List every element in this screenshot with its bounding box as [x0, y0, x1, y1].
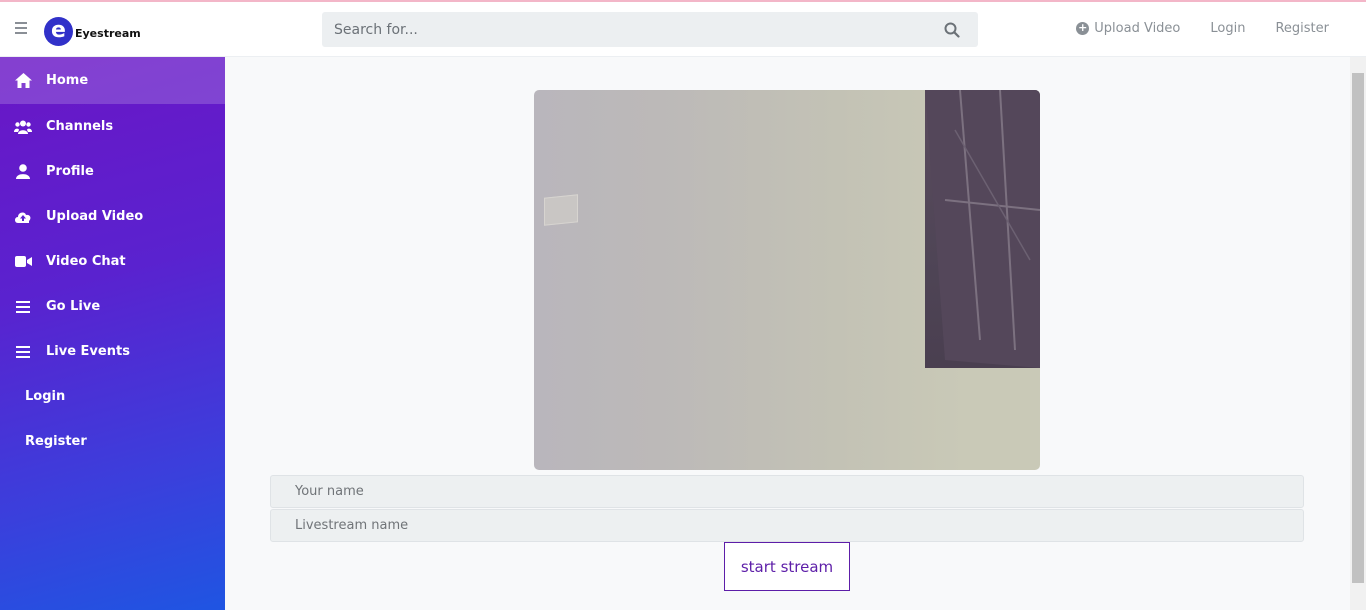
menu-toggle-icon[interactable]	[15, 22, 29, 34]
your-name-field	[270, 475, 1304, 508]
webcam-scene-switch	[544, 194, 578, 226]
header: e Eyestream + Upload Video Login Registe…	[0, 2, 1366, 57]
sidebar-item-profile[interactable]: Profile	[0, 149, 225, 194]
sidebar-item-label: Go Live	[46, 299, 101, 314]
home-icon	[14, 73, 32, 89]
page-scrollbar[interactable]	[1350, 57, 1366, 610]
sidebar-item-login[interactable]: Login	[0, 374, 225, 419]
start-stream-button[interactable]: start stream	[724, 542, 850, 591]
header-register-link[interactable]: Register	[1275, 21, 1329, 36]
sidebar-item-video-chat[interactable]: Video Chat	[0, 239, 225, 284]
sidebar: Home Channels Profile Upload Video Video…	[0, 57, 225, 610]
users-icon	[14, 119, 32, 135]
sidebar-item-live-events[interactable]: Live Events	[0, 329, 225, 374]
header-upload-label: Upload Video	[1094, 21, 1181, 36]
sidebar-item-label: Video Chat	[46, 254, 126, 269]
sidebar-item-label: Home	[46, 73, 89, 88]
logo-mark: e	[44, 16, 73, 46]
plus-circle-icon: +	[1076, 21, 1090, 35]
header-upload-link[interactable]: + Upload Video	[1076, 21, 1180, 36]
sidebar-item-register[interactable]: Register	[0, 419, 225, 464]
sidebar-item-label: Channels	[46, 119, 114, 134]
search-bar	[322, 12, 978, 47]
bars-icon	[14, 344, 32, 360]
sidebar-item-label: Live Events	[46, 344, 130, 359]
sidebar-item-home[interactable]: Home	[0, 57, 225, 104]
bars-icon	[14, 299, 32, 315]
your-name-input[interactable]	[271, 476, 1303, 507]
sidebar-item-label: Register	[25, 434, 87, 449]
search-input[interactable]	[322, 12, 922, 47]
video-camera-icon	[14, 254, 32, 270]
header-links: + Upload Video Login Register	[1076, 21, 1329, 36]
sidebar-item-label: Upload Video	[46, 209, 144, 224]
livestream-name-input[interactable]	[271, 510, 1303, 541]
scrollbar-thumb[interactable]	[1352, 73, 1364, 583]
sidebar-item-upload-video[interactable]: Upload Video	[0, 194, 225, 239]
user-icon	[14, 164, 32, 180]
webcam-scene-window	[925, 90, 1040, 368]
logo-text: Eyestream	[75, 26, 141, 40]
webcam-preview	[534, 90, 1040, 470]
search-icon[interactable]	[944, 22, 960, 38]
logo[interactable]: e Eyestream	[44, 16, 141, 46]
livestream-name-field	[270, 509, 1304, 542]
sidebar-item-label: Login	[25, 389, 66, 404]
header-login-link[interactable]: Login	[1210, 21, 1245, 36]
sidebar-item-go-live[interactable]: Go Live	[0, 284, 225, 329]
sidebar-item-label: Profile	[46, 164, 94, 179]
sidebar-item-channels[interactable]: Channels	[0, 104, 225, 149]
cloud-upload-icon	[14, 209, 32, 225]
